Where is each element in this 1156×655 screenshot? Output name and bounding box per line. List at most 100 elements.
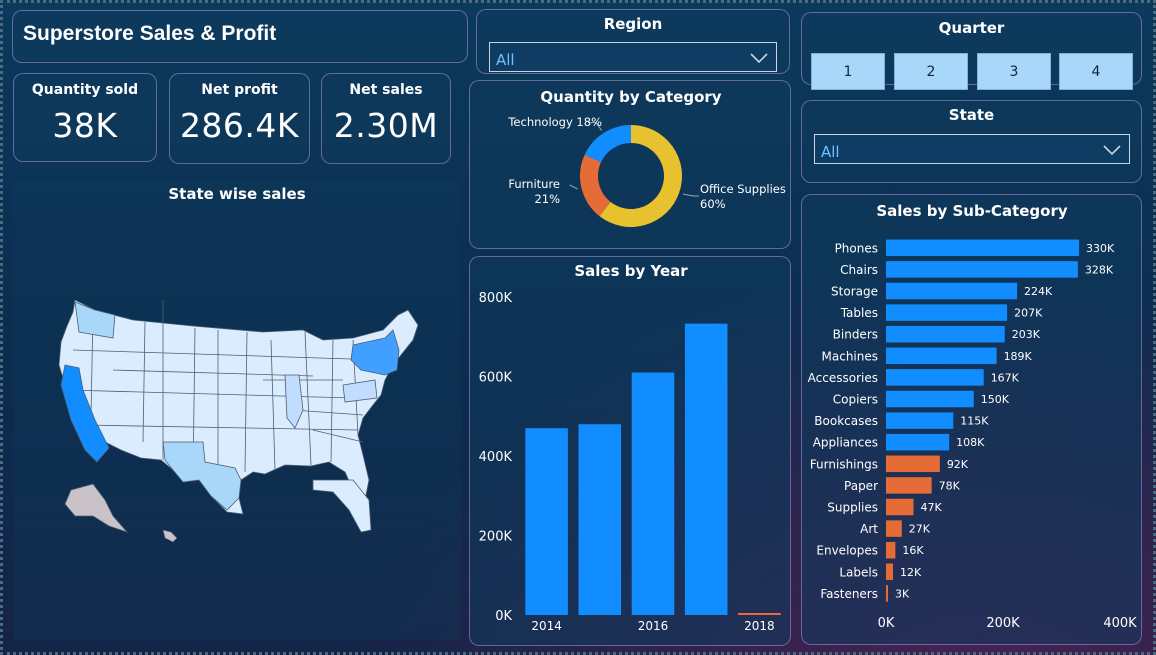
subcat-label-supplies: Supplies [827, 501, 878, 515]
year-x-tick: 2018 [744, 619, 775, 633]
kpi-sales-value: 2.30M [333, 106, 439, 145]
subcat-bar-machines[interactable] [886, 347, 997, 365]
chevron-down-icon [750, 53, 768, 64]
kpi-sales-label: Net sales [349, 82, 423, 98]
year-bar-2015[interactable] [578, 424, 622, 615]
subcat-bar-storage[interactable] [886, 282, 1018, 300]
subcat-label-labels: Labels [839, 565, 878, 579]
year-chart-title: Sales by Year [574, 262, 688, 280]
subcat-x-tick: 0K [878, 616, 895, 631]
subcat-label-envelopes: Envelopes [816, 544, 878, 558]
donut-slice-technology[interactable] [584, 125, 631, 163]
state-washington [74, 301, 116, 339]
subcat-bar-appliances[interactable] [886, 433, 950, 451]
year-bar-2018[interactable] [738, 613, 781, 615]
donut-label-office-supplies-pct: 60% [700, 197, 726, 211]
sales-by-year-chart: Sales by Year 0K 200K 400K 600K 800K 2014 2016 2… [479, 262, 781, 633]
category-donut-chart: Quantity by Category Office Supplies60% Fu… [507, 88, 786, 227]
subcat-label-machines: Machines [822, 349, 878, 363]
subcat-bar-fasteners[interactable] [886, 585, 888, 602]
region-slicer-card: Region All [476, 9, 790, 74]
subcat-value-envelopes: 16K [902, 544, 924, 557]
subcat-label-copiers: Copiers [833, 393, 878, 407]
year-x-tick: 2014 [531, 619, 562, 633]
subcat-x-tick: 200K [986, 616, 1020, 631]
kpi-quantity-card: Quantity sold 38K [13, 73, 157, 162]
year-y-tick: 400K [479, 450, 513, 465]
region-dropdown-value: All [496, 51, 515, 69]
subcat-label-bookcases: Bookcases [814, 414, 878, 428]
quarter-slicer-title: Quarter [938, 19, 1005, 37]
quarter-button-1[interactable]: 1 [811, 53, 885, 90]
subcat-value-copiers: 150K [981, 393, 1010, 406]
subcat-value-furnishings: 92K [947, 458, 969, 471]
donut-leader-furniture [569, 184, 578, 190]
subcat-bar-envelopes[interactable] [886, 541, 896, 559]
donut-label-technology: Technology 18% [507, 115, 602, 129]
donut-label-office-supplies: Office Supplies [700, 182, 786, 196]
subcat-value-storage: 224K [1024, 285, 1053, 298]
subcat-label-fasteners: Fasteners [820, 587, 878, 601]
us-map[interactable] [13, 180, 461, 640]
year-bar-2017[interactable] [684, 323, 728, 615]
subcat-bar-accessories[interactable] [886, 369, 984, 386]
subcat-bar-tables[interactable] [886, 304, 1008, 321]
year-bar-2016[interactable] [631, 372, 675, 615]
subcat-value-fasteners: 3K [895, 587, 910, 600]
subcat-value-supplies: 47K [920, 501, 942, 514]
donut-leader-office [682, 193, 699, 197]
subcat-label-paper: Paper [844, 479, 878, 493]
subcat-value-art: 27K [909, 523, 931, 536]
subcat-bar-art[interactable] [886, 520, 902, 537]
sales-by-subcategory-card: Sales by Sub-Category Phones 330K Chairs 328… [801, 194, 1142, 645]
subcat-value-appliances: 108K [956, 436, 985, 449]
subcat-bar-copiers[interactable] [886, 390, 974, 408]
year-y-tick: 200K [479, 530, 513, 545]
subcat-bar-chairs[interactable] [886, 261, 1078, 278]
subcat-label-tables: Tables [840, 306, 878, 320]
subcat-value-bookcases: 115K [960, 415, 989, 428]
quarter-button-3[interactable]: 3 [977, 53, 1051, 90]
subcat-label-appliances: Appliances [813, 436, 878, 450]
quarter-button-4[interactable]: 4 [1059, 53, 1133, 90]
kpi-profit-label: Net profit [201, 82, 278, 98]
year-y-tick: 600K [479, 371, 513, 386]
donut-title: Quantity by Category [540, 88, 721, 106]
subcat-bar-labels[interactable] [886, 563, 894, 581]
state-map-panel: State wise sales [13, 180, 461, 640]
chevron-down-icon [1103, 145, 1121, 156]
state-hawaii [162, 529, 178, 543]
subcat-label-phones: Phones [835, 241, 878, 255]
quarter-button-2[interactable]: 2 [894, 53, 968, 90]
subcat-value-binders: 203K [1012, 328, 1041, 341]
kpi-sales-card: Net sales 2.30M [321, 73, 451, 164]
subcat-bar-paper[interactable] [886, 477, 932, 494]
sales-by-year-card: Sales by Year 0K 200K 400K 600K 800K 2014 2016 2… [469, 256, 791, 646]
subcat-chart-title: Sales by Sub-Category [876, 202, 1067, 220]
donut-label-furniture-pct: 21% [534, 192, 560, 206]
year-y-tick: 0K [495, 609, 512, 624]
year-bar-2014[interactable] [525, 428, 568, 615]
donut-slice-furniture[interactable] [580, 154, 611, 217]
subcat-bar-phones[interactable] [886, 239, 1080, 257]
region-dropdown[interactable]: All [489, 42, 777, 72]
year-x-tick: 2016 [638, 619, 669, 633]
dashboard-title: Superstore Sales & Profit [23, 22, 277, 45]
subcat-value-labels: 12K [900, 566, 922, 579]
subcat-bar-furnishings[interactable] [886, 455, 940, 473]
state-dropdown[interactable]: All [814, 134, 1130, 164]
state-slicer-card: State All [801, 100, 1142, 183]
donut-label-furniture: Furniture [508, 177, 560, 191]
subcat-value-accessories: 167K [991, 371, 1020, 384]
subcat-x-tick: 400K [1103, 616, 1137, 631]
subcat-bar-supplies[interactable] [886, 498, 914, 516]
quarter-slicer-card: Quarter 1 2 3 4 [801, 12, 1142, 90]
kpi-profit-value: 286.4K [179, 106, 300, 145]
subcat-bar-binders[interactable] [886, 325, 1005, 343]
subcat-label-chairs: Chairs [840, 263, 878, 277]
subcat-label-binders: Binders [833, 328, 878, 342]
subcat-bar-bookcases[interactable] [886, 412, 954, 429]
kpi-quantity-value: 38K [52, 106, 118, 145]
subcat-label-art: Art [860, 522, 878, 536]
kpi-quantity-label: Quantity sold [31, 82, 139, 98]
